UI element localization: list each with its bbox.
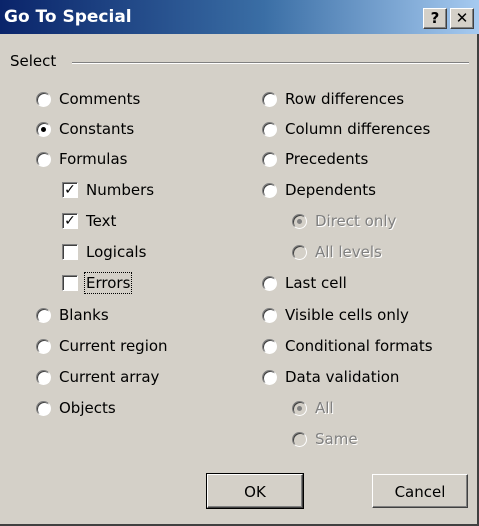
option-direct-only[interactable]: Direct only (292, 210, 396, 232)
checkbox-errors[interactable]: Errors (62, 272, 133, 294)
option-blanks[interactable]: Blanks (36, 304, 109, 326)
title-bar[interactable]: Go To Special ? ✕ (0, 0, 479, 34)
radio-icon (36, 307, 51, 323)
cancel-button[interactable]: Cancel (372, 474, 468, 508)
radio-selected-icon (292, 400, 307, 416)
close-button[interactable]: ✕ (450, 8, 474, 29)
window-title: Go To Special (4, 7, 132, 27)
checkmark-icon: ✓ (62, 213, 78, 229)
option-dependents[interactable]: Dependents (262, 179, 376, 201)
option-comments[interactable]: Comments (36, 88, 140, 110)
go-to-special-dialog: Go To Special ? ✕ Select Comments Consta… (0, 0, 479, 526)
option-precedents[interactable]: Precedents (262, 148, 368, 170)
checkbox-text[interactable]: ✓ Text (62, 210, 116, 232)
option-data-validation[interactable]: Data validation (262, 366, 399, 388)
option-visible-cells-only[interactable]: Visible cells only (262, 304, 409, 326)
checkbox-empty-icon (62, 244, 78, 260)
option-all-levels[interactable]: All levels (292, 241, 382, 263)
radio-icon (262, 121, 277, 137)
option-validation-all[interactable]: All (292, 397, 334, 419)
radio-icon (36, 91, 51, 107)
radio-icon (36, 151, 51, 167)
radio-icon (262, 151, 277, 167)
select-group-label: Select (10, 52, 57, 70)
radio-selected-icon (292, 213, 307, 229)
option-conditional-formats[interactable]: Conditional formats (262, 335, 433, 357)
option-last-cell[interactable]: Last cell (262, 272, 347, 294)
checkbox-empty-icon (62, 275, 78, 291)
option-constants[interactable]: Constants (36, 118, 134, 140)
checkbox-numbers[interactable]: ✓ Numbers (62, 179, 154, 201)
radio-icon (262, 338, 277, 354)
radio-icon (36, 400, 51, 416)
radio-icon (36, 369, 51, 385)
help-button[interactable]: ? (423, 8, 447, 29)
ok-button[interactable]: OK (206, 473, 304, 509)
radio-icon (262, 182, 277, 198)
option-validation-same[interactable]: Same (292, 428, 358, 450)
option-current-array[interactable]: Current array (36, 366, 159, 388)
radio-icon (262, 91, 277, 107)
radio-icon (262, 369, 277, 385)
radio-icon (262, 275, 277, 291)
option-formulas[interactable]: Formulas (36, 148, 127, 170)
radio-icon (262, 307, 277, 323)
option-column-differences[interactable]: Column differences (262, 118, 430, 140)
radio-selected-icon (36, 121, 51, 137)
radio-icon (36, 338, 51, 354)
option-current-region[interactable]: Current region (36, 335, 168, 357)
option-objects[interactable]: Objects (36, 397, 116, 419)
checkbox-logicals[interactable]: Logicals (62, 241, 146, 263)
option-row-differences[interactable]: Row differences (262, 88, 404, 110)
radio-icon (292, 431, 307, 447)
radio-icon (292, 244, 307, 260)
checkmark-icon: ✓ (62, 182, 78, 198)
